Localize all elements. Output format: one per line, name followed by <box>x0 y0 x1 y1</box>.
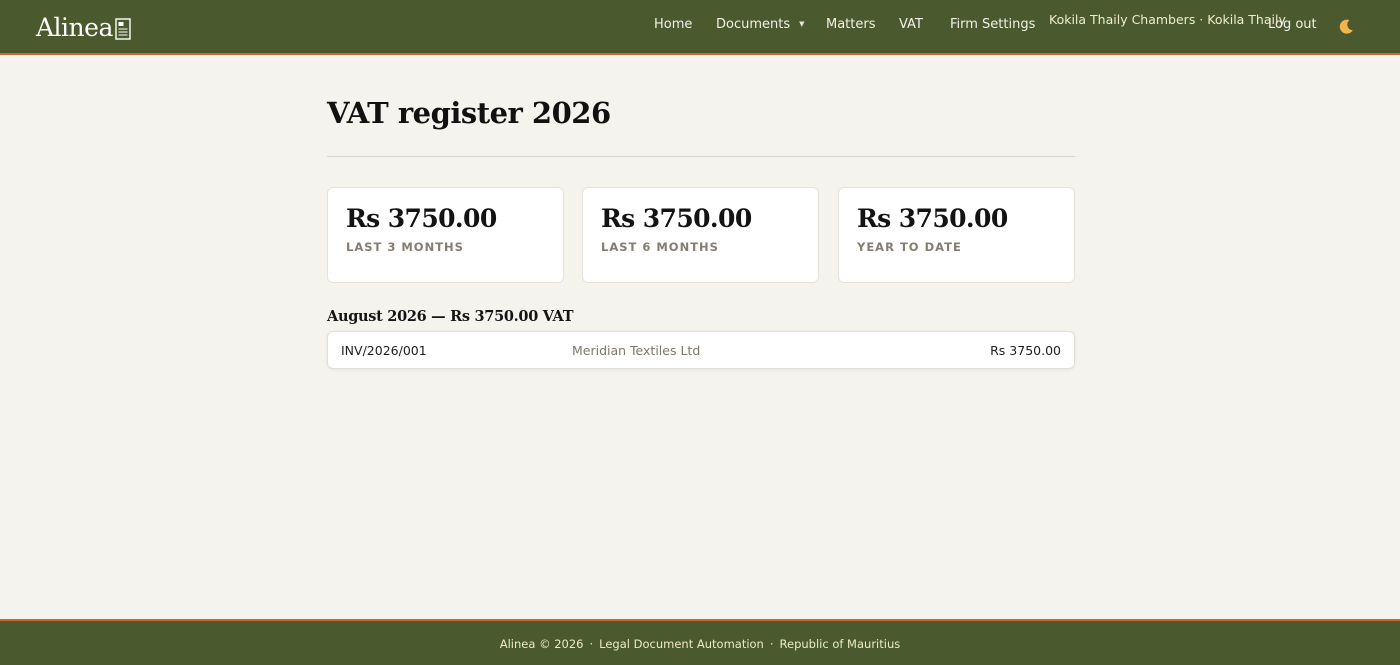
footer-separator: · <box>589 637 594 651</box>
current-user: Kokila Thaily Chambers · Kokila Thaily <box>1049 12 1286 27</box>
stat-label: Year to date <box>857 240 962 254</box>
stat-value: Rs 3750.00 <box>601 204 752 233</box>
nav-firm-settings[interactable]: Firm Settings <box>950 17 1035 32</box>
logo-text: Alinea <box>36 13 113 42</box>
client-name: Meridian Textiles Ltd <box>572 343 701 358</box>
stat-card-last-6-months: Rs 3750.00 Last 6 months <box>582 187 819 283</box>
invoice-table: INV/2026/001 Meridian Textiles Ltd Rs 37… <box>327 331 1075 369</box>
vat-amount: Rs 3750.00 <box>990 343 1061 358</box>
stat-label: Last 3 months <box>346 240 464 254</box>
caret-down-icon: ▼ <box>799 20 805 28</box>
stat-value: Rs 3750.00 <box>857 204 1008 233</box>
stat-value: Rs 3750.00 <box>346 204 497 233</box>
title-divider <box>327 156 1075 157</box>
stat-card-year-to-date: Rs 3750.00 Year to date <box>838 187 1075 283</box>
footer-copyright: Alinea © 2026 <box>499 637 584 651</box>
top-navbar: Alinea Home Documents ▼ Matters VAT Firm … <box>0 0 1400 55</box>
invoice-number[interactable]: INV/2026/001 <box>341 343 427 358</box>
document-icon <box>115 18 131 40</box>
footer-country: Republic of Mauritius <box>779 637 901 651</box>
nav-matters[interactable]: Matters <box>826 17 876 32</box>
page-footer: Alinea © 2026 · Legal Document Automation ·… <box>0 619 1400 665</box>
page-title: VAT register 2026 <box>327 96 611 130</box>
footer-separator: · <box>769 637 774 651</box>
alinea-logo[interactable]: Alinea <box>36 11 131 43</box>
stat-card-last-3-months: Rs 3750.00 Last 3 months <box>327 187 564 283</box>
month-section-heading: August 2026 — Rs 3750.00 VAT <box>327 308 574 325</box>
logout-button[interactable]: Log out <box>1268 17 1317 32</box>
nav-home[interactable]: Home <box>654 17 692 32</box>
footer-text: Alinea © 2026 · Legal Document Automation ·… <box>0 637 1400 651</box>
nav-documents[interactable]: Documents ▼ <box>716 17 805 32</box>
nav-vat[interactable]: VAT <box>899 17 923 32</box>
moon-icon[interactable] <box>1337 18 1355 36</box>
nav-documents-label: Documents <box>716 17 791 32</box>
stat-label: Last 6 months <box>601 240 719 254</box>
footer-tagline: Legal Document Automation <box>599 637 764 651</box>
